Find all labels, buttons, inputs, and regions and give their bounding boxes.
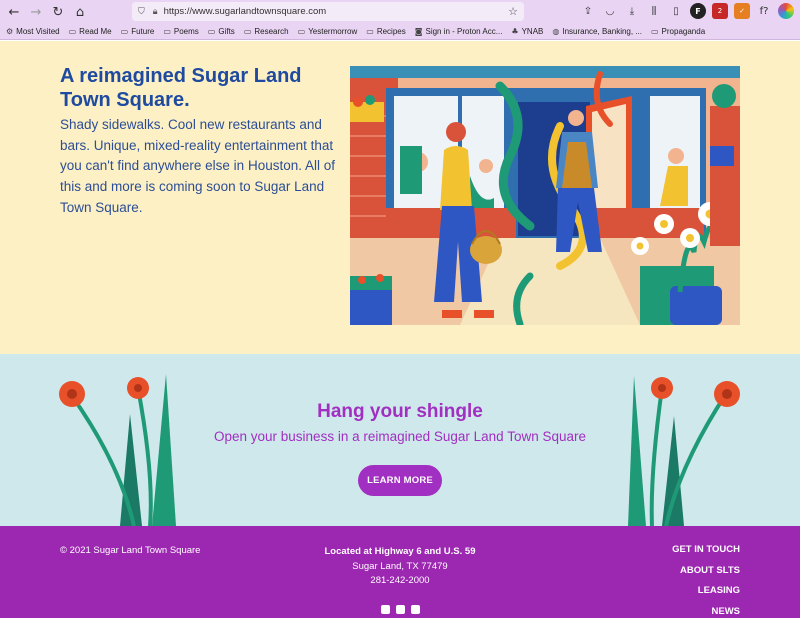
sidebar-icon[interactable]: ▯ bbox=[668, 3, 684, 19]
footer-nav: GET IN TOUCH ABOUT SLTS LEASING NEWS bbox=[672, 545, 740, 618]
twitter-icon[interactable] bbox=[410, 605, 420, 614]
forward-icon[interactable]: → bbox=[25, 1, 47, 23]
toolbar-icons: ⇪ ◡ ⤓ ⫼ ▯ F 2 ✓ f? bbox=[580, 3, 794, 19]
cta-title: Hang your shingle bbox=[317, 401, 483, 422]
nav-get-in-touch[interactable]: GET IN TOUCH bbox=[672, 545, 740, 555]
hero-section: A reimagined Sugar Land Town Square. Sha… bbox=[0, 41, 800, 354]
library-icon[interactable]: ⫼ bbox=[646, 3, 662, 19]
reload-icon[interactable]: ↻ bbox=[47, 1, 69, 23]
bookmark-recipes[interactable]: ▭ Recipes bbox=[366, 27, 405, 36]
gear-icon: ⚙ bbox=[6, 27, 14, 36]
nav-news[interactable]: NEWS bbox=[672, 607, 741, 617]
bookmark-research[interactable]: ▭ Research bbox=[244, 27, 289, 36]
back-icon[interactable]: ← bbox=[3, 1, 25, 23]
phone-link[interactable]: 281-242-2000 bbox=[300, 574, 500, 589]
bookmark-propaganda[interactable]: ▭ Propaganda bbox=[651, 27, 705, 36]
bookmark-yestermorrow[interactable]: ▭ Yestermorrow bbox=[298, 27, 358, 36]
learn-more-button[interactable]: LEARN MORE bbox=[358, 465, 442, 496]
nav-about-slts[interactable]: ABOUT SLTS bbox=[672, 565, 740, 576]
bookmark-gifts[interactable]: ▭ Gifts bbox=[208, 27, 235, 36]
extension-f-icon[interactable]: F bbox=[690, 3, 706, 19]
lock-icon[interactable]: 🔒︎ bbox=[153, 7, 158, 17]
instagram-icon[interactable] bbox=[395, 605, 405, 614]
hang-shingle-section: Hang your shingle Open your business in … bbox=[0, 354, 800, 526]
site-footer: © 2021 Sugar Land Town Square Located at… bbox=[0, 526, 800, 618]
download-icon[interactable]: ⤓ bbox=[624, 3, 640, 19]
home-icon[interactable]: ⌂ bbox=[69, 1, 91, 23]
extension-orange-icon[interactable]: ✓ bbox=[734, 3, 750, 19]
hero-title: A reimagined Sugar Land Town Square. bbox=[60, 65, 302, 111]
browser-toolbar: ← → ↻ ⌂ ⛉ 🔒︎ https://www.sugarlandtownsq… bbox=[0, 0, 800, 24]
url-text[interactable]: https://www.sugarlandtownsquare.com bbox=[164, 6, 327, 17]
storefront-illustration bbox=[350, 66, 740, 325]
folder-icon: ▭ bbox=[163, 27, 171, 36]
folder-icon: ▭ bbox=[207, 27, 216, 36]
nav-leasing[interactable]: LEASING bbox=[672, 586, 740, 596]
extension-formula-icon[interactable]: f? bbox=[756, 3, 772, 19]
folder-icon: ▭ bbox=[366, 27, 374, 36]
city-text: Sugar Land, TX 77479 bbox=[352, 560, 448, 572]
shield-icon[interactable]: ⛉ bbox=[138, 7, 145, 17]
copyright: © 2021 Sugar Land Town Square bbox=[60, 545, 201, 556]
pocket-icon[interactable]: ◡ bbox=[602, 3, 618, 19]
extension-color-icon[interactable] bbox=[778, 3, 794, 19]
folder-icon: ▭ bbox=[120, 27, 129, 36]
bookmark-read-me[interactable]: ▭ Read Me bbox=[69, 27, 112, 36]
bookmark-ynab[interactable]: ♣ YNAB bbox=[511, 27, 543, 36]
globe-icon: ◍ bbox=[552, 27, 560, 36]
url-bar[interactable]: ⛉ 🔒︎ https://www.sugarlandtownsquare.com… bbox=[132, 2, 524, 21]
folder-icon: ▭ bbox=[297, 27, 306, 36]
bookmark-poems[interactable]: ▭ Poems bbox=[163, 27, 198, 36]
folder-icon: ▭ bbox=[243, 27, 252, 36]
bookmark-insurance[interactable]: ◍ Insurance, Banking, ... bbox=[552, 27, 642, 36]
hero-body: Shady sidewalks. Cool new restaurants an… bbox=[60, 117, 335, 215]
bookmark-proton[interactable]: ◙ Sign in - Proton Acc... bbox=[415, 27, 503, 36]
cta-subtitle: Open your business in a reimagined Sugar… bbox=[214, 429, 586, 444]
bookmark-future[interactable]: ▭ Future bbox=[121, 27, 155, 36]
bookmark-star-icon[interactable]: ☆ bbox=[508, 5, 518, 18]
bookmark-most-visited[interactable]: ⚙ Most Visited bbox=[6, 27, 60, 36]
folder-icon: ▭ bbox=[68, 27, 77, 36]
bookmarks-bar: ⚙ Most Visited ▭ Read Me ▭ Future ▭ Poems ▭ G… bbox=[0, 24, 800, 40]
extension-badge-icon[interactable]: 2 bbox=[712, 3, 728, 19]
account-icon: ◙ bbox=[414, 27, 423, 36]
tree-icon: ♣ bbox=[511, 27, 519, 36]
address-block: Located at Highway 6 and U.S. 59 Sugar L… bbox=[300, 545, 500, 589]
facebook-icon[interactable] bbox=[380, 605, 390, 614]
location-text: Located at Highway 6 and U.S. 59 bbox=[324, 546, 476, 557]
share-icon[interactable]: ⇪ bbox=[580, 3, 596, 19]
folder-icon: ▭ bbox=[650, 27, 659, 36]
